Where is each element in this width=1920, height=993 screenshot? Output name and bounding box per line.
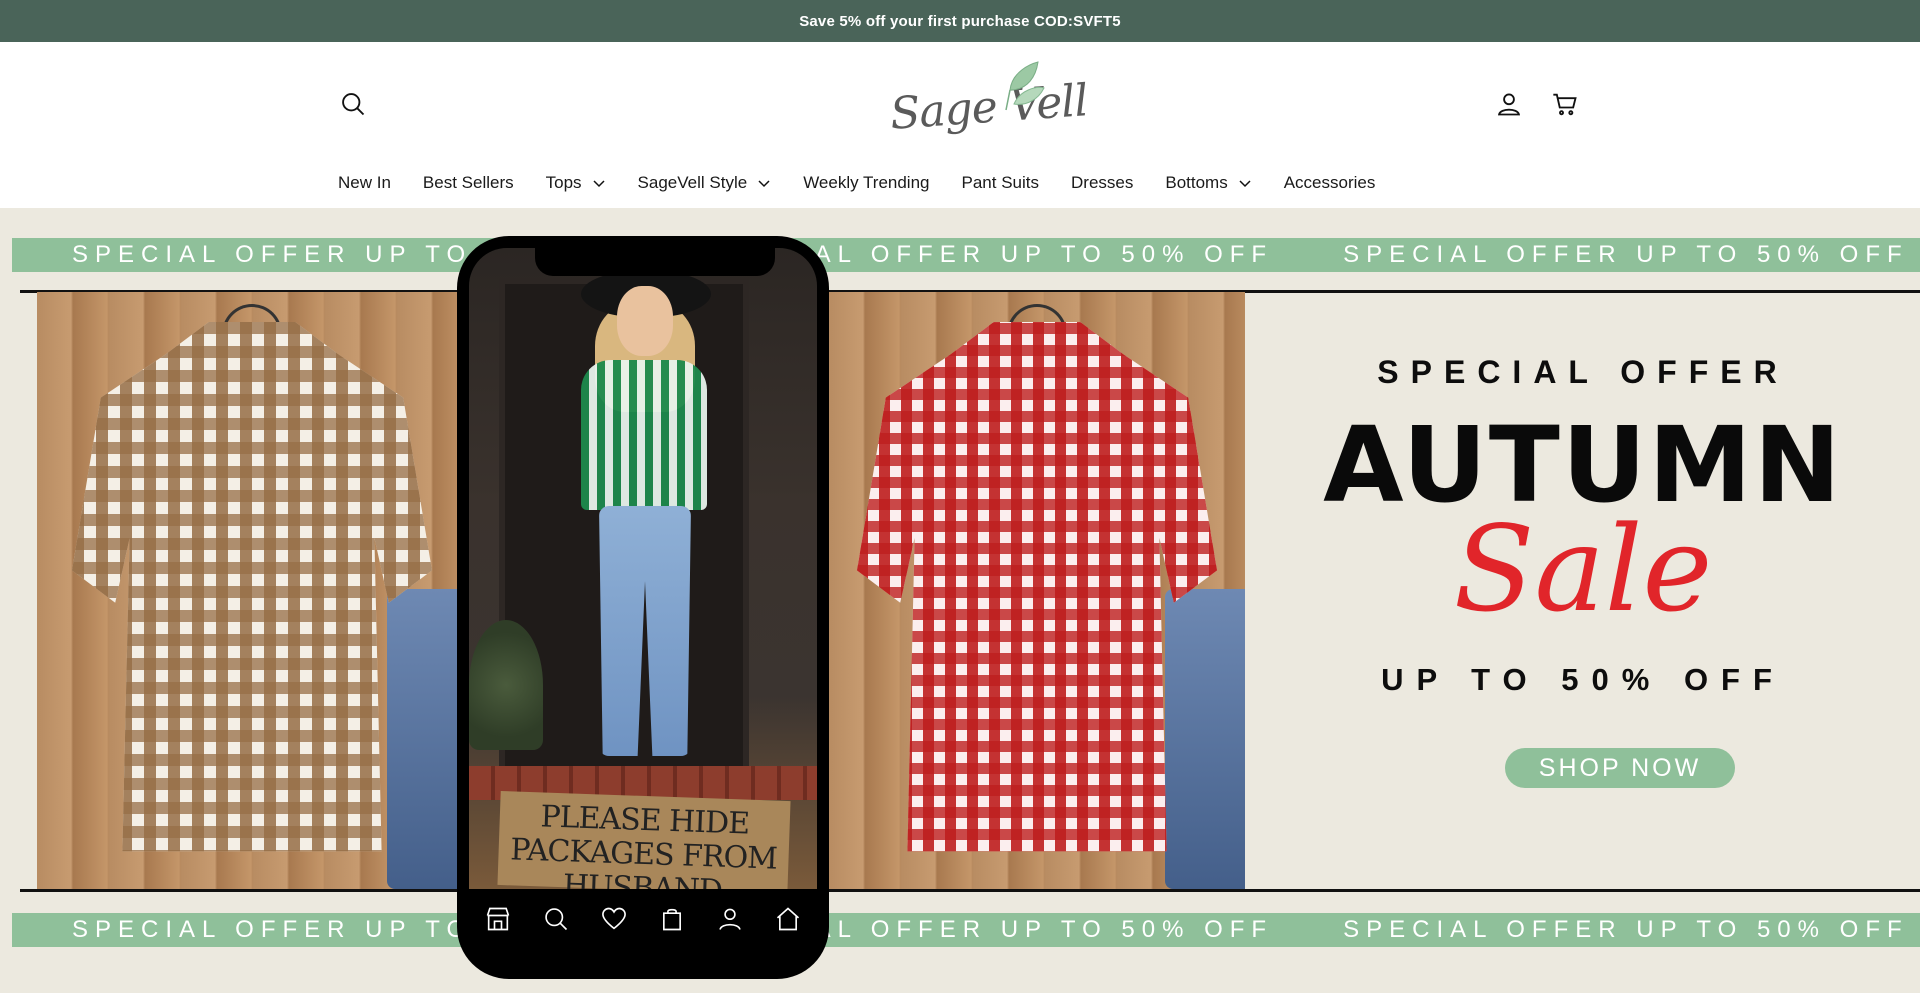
- logo-text: Sage Vell: [888, 75, 1090, 140]
- phone-nav-account[interactable]: [715, 904, 745, 934]
- leaf-icon: [1005, 61, 1045, 111]
- phone-nav-wishlist[interactable]: [599, 904, 629, 934]
- phone-bottom-nav: [469, 889, 817, 949]
- tan-gingham-blouse-image: [37, 292, 467, 889]
- offer-kicker: SPECIAL OFFER: [1377, 354, 1789, 390]
- site-logo[interactable]: Sage Vell: [886, 56, 1089, 140]
- nav-item-tops[interactable]: Tops: [546, 173, 606, 193]
- phone-nav-home[interactable]: [773, 904, 803, 934]
- doormat-text: PLEASE HIDE PACKAGES FROM HUSBAND: [497, 790, 791, 889]
- offer-panel: SPECIAL OFFER AUTUMN Sale UP TO 50% OFF …: [1246, 208, 1920, 993]
- heart-icon: [602, 907, 626, 930]
- nav-item-accessories[interactable]: Accessories: [1284, 173, 1376, 193]
- main-nav: New In Best Sellers Tops SageVell Style …: [338, 166, 1407, 200]
- bag-icon: [663, 908, 681, 931]
- phone-screen-photo: PLEASE HIDE PACKAGES FROM HUSBAND: [469, 248, 817, 889]
- phone-nav-search[interactable]: [541, 904, 571, 934]
- red-gingham-blouse-image: [829, 292, 1245, 889]
- chevron-down-icon: [758, 180, 770, 188]
- nav-item-weekly-trending[interactable]: Weekly Trending: [803, 173, 929, 193]
- offer-script: Sale: [1453, 500, 1713, 638]
- search-icon: [342, 93, 365, 116]
- phone-nav-bag[interactable]: [657, 904, 687, 934]
- chevron-down-icon: [1239, 180, 1251, 188]
- phone-nav-store[interactable]: [483, 904, 513, 934]
- cart-icon: [1553, 93, 1577, 116]
- user-icon: [719, 908, 741, 930]
- account-button[interactable]: [1493, 88, 1525, 120]
- cart-button[interactable]: [1549, 88, 1581, 120]
- home-icon: [776, 907, 800, 931]
- phone-mockup: PLEASE HIDE PACKAGES FROM HUSBAND: [457, 236, 829, 979]
- nav-item-sagevell-style[interactable]: SageVell Style: [638, 173, 772, 193]
- nav-item-bottoms[interactable]: Bottoms: [1165, 173, 1251, 193]
- announcement-bar: Save 5% off your first purchase COD:SVFT…: [0, 0, 1920, 42]
- chevron-down-icon: [593, 180, 605, 188]
- search-icon: [545, 908, 568, 931]
- shop-now-button[interactable]: SHOP NOW: [1505, 748, 1735, 788]
- nav-item-best-sellers[interactable]: Best Sellers: [423, 173, 514, 193]
- store-icon: [486, 907, 510, 931]
- nav-item-dresses[interactable]: Dresses: [1071, 173, 1133, 193]
- nav-item-pant-suits[interactable]: Pant Suits: [962, 173, 1040, 193]
- announcement-text: Save 5% off your first purchase COD:SVFT…: [799, 12, 1121, 30]
- nav-item-new-in[interactable]: New In: [338, 173, 391, 193]
- offer-subtitle: UP TO 50% OFF: [1381, 662, 1785, 697]
- hero-banner[interactable]: SPECIAL OFFER UP TO 50% OFF SPECIAL OFFE…: [0, 208, 1920, 993]
- user-icon: [1497, 93, 1521, 116]
- site-header: Sage Vell New In Best Sellers Tops SageV…: [0, 42, 1920, 208]
- search-button[interactable]: [337, 88, 369, 120]
